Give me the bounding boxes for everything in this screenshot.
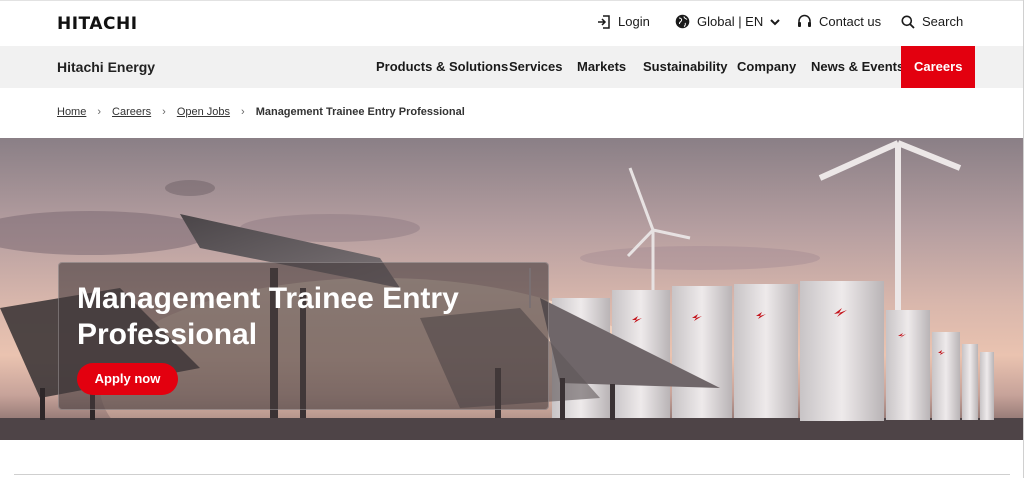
nav-company[interactable]: Company bbox=[737, 46, 796, 88]
contact-label: Contact us bbox=[819, 14, 882, 29]
breadcrumb-separator: › bbox=[97, 106, 102, 118]
job-title: Management Trainee Entry Professional bbox=[77, 282, 459, 351]
hero-job-card: Management Trainee Entry Professional Ap… bbox=[58, 262, 549, 410]
headset-icon bbox=[798, 14, 811, 27]
nav-markets[interactable]: Markets bbox=[577, 46, 626, 88]
nav-products-solutions[interactable]: Products & Solutions bbox=[376, 46, 508, 88]
nav-services[interactable]: Services bbox=[509, 46, 563, 88]
brand-name[interactable]: Hitachi Energy bbox=[57, 59, 155, 75]
hero-banner: Management Trainee Entry Professional Ap… bbox=[0, 138, 1024, 440]
content-divider bbox=[14, 474, 1010, 475]
breadcrumb-separator: › bbox=[162, 106, 166, 118]
breadcrumb-current: Management Trainee Entry Professional bbox=[255, 106, 465, 118]
search-label: Search bbox=[922, 14, 964, 29]
top-utility-bar: HITACHI Login Global | EN Contact us Sea… bbox=[0, 0, 1024, 46]
search-icon bbox=[901, 15, 915, 29]
breadcrumb-home[interactable]: Home bbox=[57, 106, 86, 118]
search-link[interactable]: Search bbox=[901, 14, 963, 29]
region-label: Global | EN bbox=[697, 14, 764, 29]
login-link[interactable]: Login bbox=[597, 14, 650, 29]
main-navigation: Hitachi Energy Products & Solutions Serv… bbox=[0, 46, 1024, 88]
breadcrumb-careers[interactable]: Careers bbox=[112, 106, 151, 118]
hitachi-logo[interactable]: HITACHI bbox=[57, 14, 138, 34]
chevron-down-icon bbox=[770, 18, 780, 25]
contact-us-link[interactable]: Contact us bbox=[797, 14, 881, 29]
nav-sustainability[interactable]: Sustainability bbox=[643, 46, 728, 88]
breadcrumb-separator: › bbox=[241, 106, 245, 118]
region-selector[interactable]: Global | EN bbox=[675, 14, 780, 29]
nav-news-events[interactable]: News & Events bbox=[811, 46, 904, 88]
globe-icon bbox=[675, 14, 690, 29]
login-icon bbox=[598, 14, 610, 29]
nav-careers[interactable]: Careers bbox=[901, 46, 976, 88]
breadcrumb-open-jobs[interactable]: Open Jobs bbox=[177, 106, 230, 118]
login-label: Login bbox=[618, 14, 650, 29]
apply-now-button[interactable]: Apply now bbox=[77, 363, 178, 395]
breadcrumb: Home › Careers › Open Jobs › Management … bbox=[57, 106, 465, 118]
